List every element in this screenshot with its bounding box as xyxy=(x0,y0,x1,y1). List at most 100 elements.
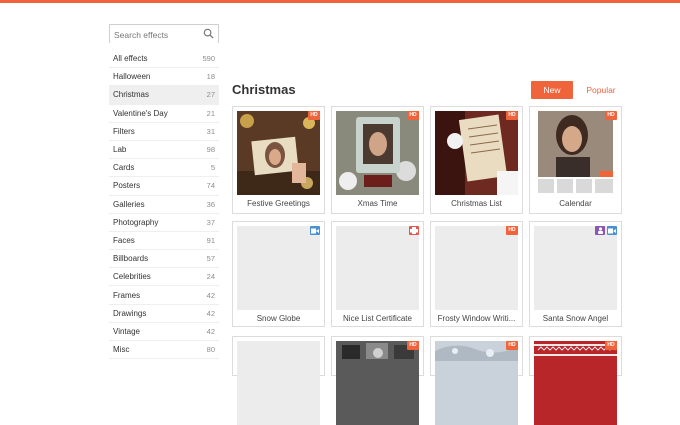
hd-badge: HD xyxy=(407,341,419,350)
effect-title: Calendar xyxy=(559,199,592,208)
category-count: 91 xyxy=(206,235,215,245)
category-count: 74 xyxy=(206,181,215,191)
effect-title: Xmas Time xyxy=(357,199,398,208)
sidebar-item-celebrities[interactable]: Celebrities 24 xyxy=(109,268,219,287)
search-input[interactable] xyxy=(110,26,218,44)
effect-thumbnail[interactable] xyxy=(336,226,419,310)
effect-card[interactable] xyxy=(232,336,325,425)
sidebar-item-all-effects[interactable]: All effects 590 xyxy=(109,50,219,69)
christmas-list-image xyxy=(435,111,518,195)
sidebar-item-cards[interactable]: Cards 5 xyxy=(109,159,219,178)
effect-card[interactable]: HD Christmas List xyxy=(430,106,523,214)
effect-title: Festive Greetings xyxy=(247,199,310,208)
sidebar-item-drawings[interactable]: Drawings 42 xyxy=(109,305,219,323)
effect-card[interactable]: HD Frosty Window Writi... xyxy=(430,221,523,327)
effect-thumbnail[interactable] xyxy=(237,226,320,310)
effect-card[interactable]: HD Festive Greetings xyxy=(232,106,325,214)
sort-new-button[interactable]: New xyxy=(531,81,573,99)
hd-badge: HD xyxy=(506,111,518,120)
category-label: Misc xyxy=(113,345,130,355)
effect-thumbnail[interactable] xyxy=(435,111,518,195)
category-label: Vintage xyxy=(113,326,140,336)
search-icon[interactable] xyxy=(203,28,214,39)
category-label: Galleries xyxy=(113,199,145,209)
effect-card[interactable]: Snow Globe xyxy=(232,221,325,327)
effect-card[interactable]: HD xyxy=(331,336,424,425)
sidebar-item-frames[interactable]: Frames 42 xyxy=(109,286,219,305)
effect-card[interactable]: Nice List Certificate xyxy=(331,221,424,327)
category-count: 42 xyxy=(206,290,215,300)
category-label: Frames xyxy=(113,290,141,300)
search-box xyxy=(109,24,219,44)
effect-title: Snow Globe xyxy=(256,314,301,323)
category-count: 27 xyxy=(206,90,215,100)
category-label: Filters xyxy=(113,126,135,136)
sidebar-item-misc[interactable]: Misc 80 xyxy=(109,341,219,360)
effect-card[interactable]: HD Calendar xyxy=(529,106,622,214)
category-count: 21 xyxy=(206,108,215,118)
effect-card[interactable]: HD xyxy=(529,336,622,425)
category-label: Celebrities xyxy=(113,272,151,282)
hd-badge: HD xyxy=(308,111,320,120)
xmas-time-image xyxy=(336,111,419,195)
category-count: 98 xyxy=(206,145,215,155)
print-icon xyxy=(409,226,419,235)
sidebar-item-galleries[interactable]: Galleries 36 xyxy=(109,196,219,214)
sidebar-item-faces[interactable]: Faces 91 xyxy=(109,232,219,251)
effect-preview-image xyxy=(534,341,617,425)
effect-thumbnail[interactable] xyxy=(435,341,518,425)
effect-thumbnail[interactable] xyxy=(237,111,320,195)
sidebar-item-posters[interactable]: Posters 74 xyxy=(109,177,219,196)
category-count: 36 xyxy=(206,199,215,209)
category-label: Faces xyxy=(113,235,135,245)
category-label: Cards xyxy=(113,163,135,173)
effect-thumbnail[interactable] xyxy=(336,111,419,195)
category-label: Lab xyxy=(113,145,127,155)
sidebar-item-vintage[interactable]: Vintage 42 xyxy=(109,323,219,341)
effect-thumbnail[interactable] xyxy=(336,341,419,425)
effect-title: Santa Snow Angel xyxy=(542,314,609,323)
sort-popular-link[interactable]: Popular xyxy=(582,81,620,99)
sidebar-item-christmas[interactable]: Christmas 27 xyxy=(109,86,219,105)
sidebar: All effects 590 Halloween 18 Christmas 27 V… xyxy=(109,24,219,360)
category-label: Posters xyxy=(113,181,141,191)
sidebar-item-valentines-day[interactable]: Valentine's Day 21 xyxy=(109,105,219,123)
category-count: 590 xyxy=(202,54,215,64)
category-count: 5 xyxy=(210,163,215,173)
category-label: Valentine's Day xyxy=(113,108,168,118)
effect-card[interactable]: HD Xmas Time xyxy=(331,106,424,214)
category-label: All effects xyxy=(113,54,148,64)
category-list: All effects 590 Halloween 18 Christmas 27 V… xyxy=(109,50,219,360)
effect-card[interactable]: HD xyxy=(430,336,523,425)
person-icon xyxy=(595,226,605,235)
category-label: Halloween xyxy=(113,72,151,82)
category-count: 42 xyxy=(206,308,215,318)
category-count: 31 xyxy=(206,126,215,136)
hd-badge: HD xyxy=(605,111,617,120)
effect-thumbnail[interactable] xyxy=(237,341,320,425)
effect-preview-image xyxy=(336,341,419,425)
effect-thumbnail[interactable] xyxy=(534,226,617,310)
category-count: 18 xyxy=(206,72,215,82)
category-label: Christmas xyxy=(113,90,150,100)
camera-icon xyxy=(310,226,320,235)
calendar-image xyxy=(534,111,617,195)
sidebar-item-filters[interactable]: Filters 31 xyxy=(109,123,219,141)
hd-badge: HD xyxy=(506,226,518,235)
sidebar-item-photography[interactable]: Photography 37 xyxy=(109,214,219,232)
effect-thumbnail[interactable] xyxy=(435,226,518,310)
effect-thumbnail[interactable] xyxy=(534,341,617,425)
effect-thumbnail[interactable] xyxy=(534,111,617,195)
sidebar-item-halloween[interactable]: Halloween 18 xyxy=(109,68,219,87)
effect-title: Frosty Window Writi... xyxy=(437,314,516,323)
hd-badge: HD xyxy=(506,341,518,350)
sidebar-item-billboards[interactable]: Billboards 57 xyxy=(109,250,219,269)
hd-badge: HD xyxy=(407,111,419,120)
category-label: Drawings xyxy=(113,308,147,318)
camera-icon xyxy=(607,226,617,235)
effect-card[interactable]: Santa Snow Angel xyxy=(529,221,622,327)
sidebar-item-lab[interactable]: Lab 98 xyxy=(109,141,219,160)
category-count: 24 xyxy=(206,272,215,282)
category-count: 57 xyxy=(206,254,215,264)
effect-title: Nice List Certificate xyxy=(343,314,412,323)
